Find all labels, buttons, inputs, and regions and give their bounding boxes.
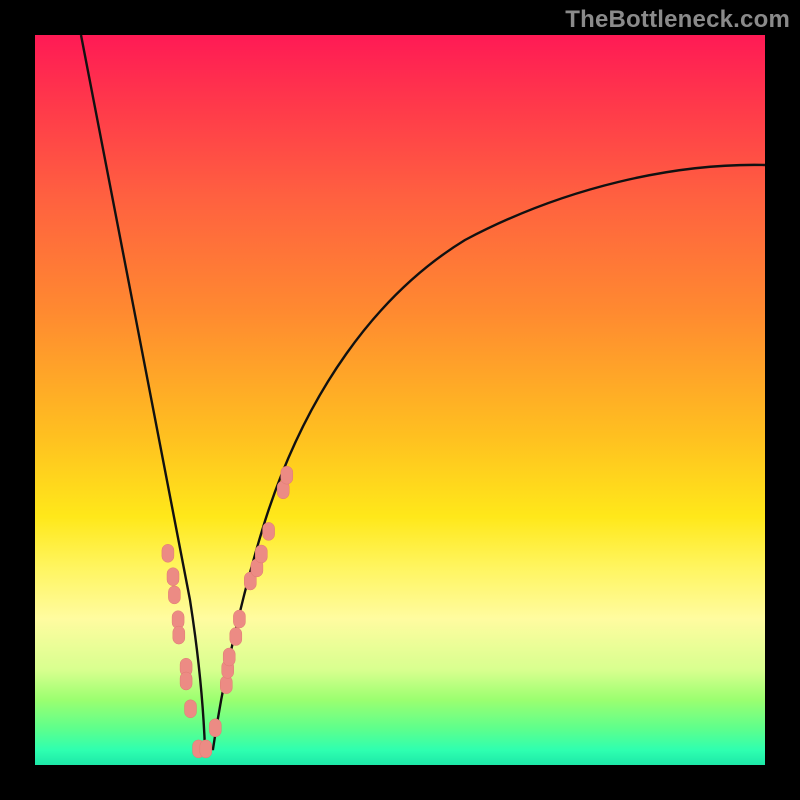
marker-point — [255, 545, 267, 563]
marker-point — [281, 466, 293, 484]
marker-point — [209, 719, 221, 737]
marker-point — [167, 568, 179, 586]
marker-point — [180, 672, 192, 690]
watermark-text: TheBottleneck.com — [565, 6, 790, 34]
marker-point — [230, 628, 242, 646]
marker-point — [162, 544, 174, 562]
marker-point — [263, 522, 275, 540]
marker-point — [173, 626, 185, 644]
plot-area — [35, 35, 765, 765]
marker-point — [185, 700, 197, 718]
marker-point — [200, 740, 212, 758]
marker-point — [233, 610, 245, 628]
marker-group — [162, 466, 293, 758]
marker-point — [223, 648, 235, 666]
curve-layer — [35, 35, 765, 765]
marker-point — [168, 586, 180, 604]
chart-frame: TheBottleneck.com — [0, 0, 800, 800]
